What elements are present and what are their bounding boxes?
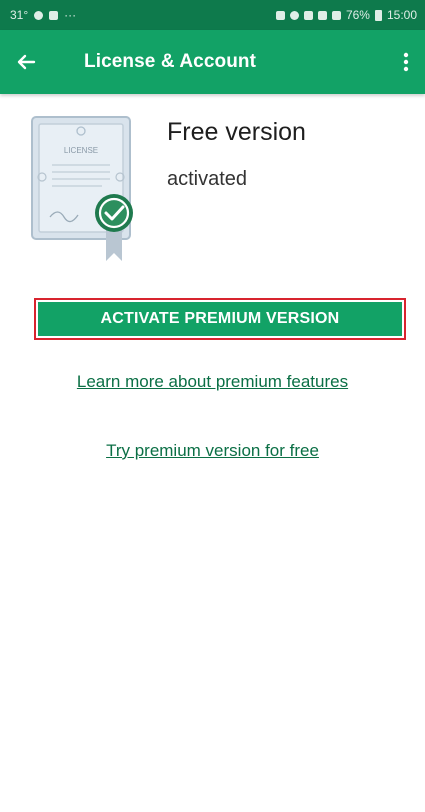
status-left: 31° ···: [10, 8, 76, 22]
status-right: 76% 15:00: [275, 8, 417, 22]
arrow-left-icon: [17, 54, 36, 70]
nfc-icon: [303, 10, 313, 20]
signal-icon: [331, 10, 341, 20]
alarm-icon: [275, 10, 285, 20]
mail-icon: [49, 10, 59, 20]
activate-premium-label: ACTIVATE PREMIUM VERSION: [38, 302, 402, 336]
page-title: License & Account: [84, 51, 257, 72]
bluetooth-icon: [289, 10, 299, 20]
clock: 15:00: [386, 8, 417, 22]
license-image-text: LICENSE: [64, 146, 98, 155]
try-premium-link[interactable]: Try premium version for free: [0, 441, 425, 461]
license-certificate-image: LICENSE: [30, 115, 150, 265]
license-status: activated: [167, 168, 248, 190]
learn-more-link[interactable]: Learn more about premium features: [0, 372, 425, 392]
temperature-text: 31°: [10, 8, 29, 22]
app-bar: License & Account: [0, 30, 425, 94]
wifi-icon: [317, 10, 327, 20]
license-title: Free version: [167, 118, 306, 146]
back-button[interactable]: [12, 48, 40, 76]
more-notifications-icon: ···: [64, 8, 77, 22]
battery-percent: 76%: [345, 8, 370, 22]
battery-icon: [374, 9, 382, 21]
overflow-menu-button[interactable]: [395, 48, 417, 76]
status-bar: 31° ··· 76% 15:00: [0, 0, 425, 30]
more-vertical-icon: [403, 52, 409, 72]
activate-premium-button[interactable]: ACTIVATE PREMIUM VERSION: [34, 298, 406, 340]
whatsapp-icon: [34, 10, 44, 20]
